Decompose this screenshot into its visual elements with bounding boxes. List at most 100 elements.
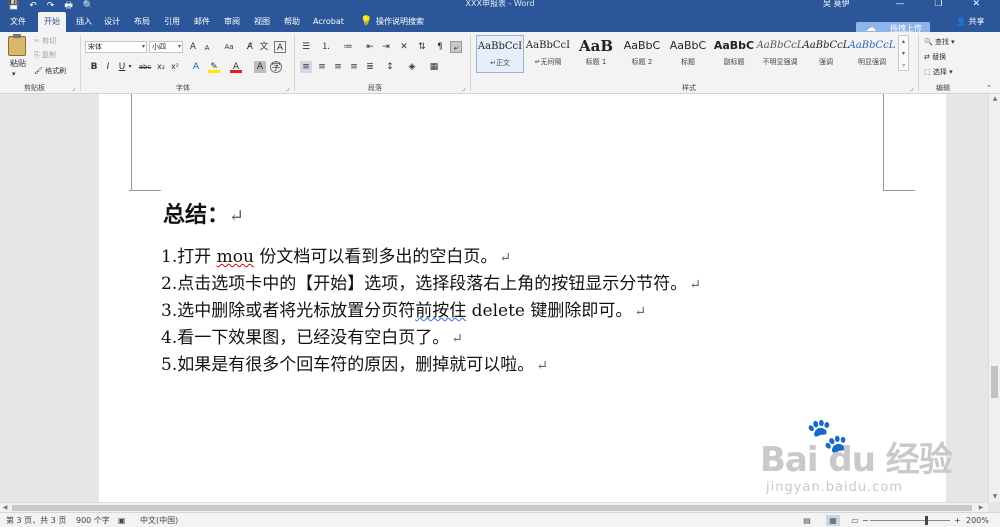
style-subtle-emphasis[interactable]: AaBbCcL 不明显强调: [756, 35, 804, 73]
increase-indent-icon[interactable]: ⇥: [380, 41, 392, 53]
styles-scroll[interactable]: ▴ ▾ ▿: [898, 35, 909, 71]
tab-view[interactable]: 视图: [254, 12, 270, 32]
style-title[interactable]: AaBbC 标题: [664, 35, 712, 73]
chevron-up-icon[interactable]: ▴: [899, 36, 908, 48]
paste-dropdown-icon[interactable]: ▾: [12, 69, 16, 79]
restore-icon[interactable]: ❐: [934, 0, 942, 9]
word-count[interactable]: 900 个字: [76, 513, 110, 527]
borders-icon[interactable]: ▦: [428, 61, 440, 73]
show-section-break-icon[interactable]: ⤶: [450, 41, 462, 53]
change-case-icon[interactable]: Aa: [220, 41, 238, 53]
font-launcher-icon[interactable]: ⌟: [286, 84, 289, 92]
bold-icon[interactable]: B: [88, 61, 100, 73]
multilevel-list-icon[interactable]: ≔: [342, 41, 354, 53]
tab-file[interactable]: 文件: [10, 12, 26, 32]
tab-layout[interactable]: 布局: [134, 12, 150, 32]
collapse-ribbon-icon[interactable]: ⌃: [986, 83, 992, 93]
italic-icon[interactable]: I: [102, 61, 114, 73]
page-count[interactable]: 第 3 页，共 3 页: [6, 513, 66, 527]
paste-button[interactable]: 粘贴: [10, 59, 26, 69]
zoom-out-button[interactable]: −: [862, 513, 869, 527]
superscript-icon[interactable]: x²: [169, 61, 181, 73]
shading-icon[interactable]: ◈: [406, 61, 418, 73]
shrink-font-icon[interactable]: A: [201, 42, 213, 54]
scroll-down-icon[interactable]: ▼: [989, 492, 1000, 502]
copy-button[interactable]: ⎘ 复制: [34, 50, 56, 60]
select-button[interactable]: ⬚ 选择 ▾: [924, 67, 953, 77]
web-layout-icon[interactable]: ▭: [848, 515, 862, 526]
enclose-characters-icon[interactable]: 字: [270, 61, 282, 73]
tab-home[interactable]: 开始: [38, 12, 66, 32]
chevron-down-icon[interactable]: ▾: [899, 48, 908, 60]
subscript-icon[interactable]: x₂: [155, 61, 167, 73]
cut-button[interactable]: ✂ 剪切: [34, 36, 56, 46]
phonetic-guide-icon[interactable]: 文: [258, 41, 270, 53]
clipboard-launcher-icon[interactable]: ⌟: [72, 84, 75, 92]
styles-launcher-icon[interactable]: ⌟: [910, 84, 913, 92]
align-right-icon[interactable]: ≡: [332, 61, 344, 73]
character-shading-icon[interactable]: A: [254, 61, 266, 73]
style-emphasis[interactable]: AaBbCcL 强调: [802, 35, 850, 73]
grow-font-icon[interactable]: A: [187, 41, 199, 53]
style-intense-emphasis[interactable]: AaBbCcL 明显强调: [848, 35, 896, 73]
scroll-up-icon[interactable]: ▲: [989, 94, 1000, 104]
sort-icon[interactable]: ⇅: [416, 41, 428, 53]
paragraph-mark-icon[interactable]: ¶: [434, 41, 446, 53]
tab-review[interactable]: 审阅: [224, 12, 240, 32]
close-icon[interactable]: ✕: [972, 0, 980, 9]
user-name[interactable]: 吴 莫伊: [823, 0, 850, 8]
paragraph-launcher-icon[interactable]: ⌟: [462, 84, 465, 92]
tab-design[interactable]: 设计: [104, 12, 120, 32]
scrollbar-thumb[interactable]: [991, 366, 998, 398]
share-button[interactable]: 👤 共享: [956, 12, 985, 32]
proofing-icon[interactable]: ▣: [118, 513, 126, 527]
clear-formatting-icon[interactable]: A̸: [244, 41, 256, 53]
bullets-icon[interactable]: ☰: [300, 41, 312, 53]
zoom-level[interactable]: 200%: [966, 513, 989, 527]
highlight-icon[interactable]: ✎: [208, 61, 220, 73]
return-mark: ↵: [451, 331, 463, 347]
font-color-icon[interactable]: A: [230, 61, 242, 73]
strikethrough-icon[interactable]: abc: [138, 61, 152, 73]
font-size-box[interactable]: 小四 ▾: [149, 41, 183, 53]
justify-icon[interactable]: ≡: [348, 61, 360, 73]
numbering-icon[interactable]: ⒈: [320, 41, 332, 53]
scrollbar-thumb[interactable]: [12, 505, 972, 511]
minimize-icon[interactable]: —: [895, 0, 904, 9]
language[interactable]: 中文(中国): [140, 513, 178, 527]
tab-references[interactable]: 引用: [164, 12, 180, 32]
find-button[interactable]: 🔍 查找 ▾: [924, 37, 955, 47]
style-normal[interactable]: AaBbCcI ↵正文: [476, 35, 524, 73]
read-mode-icon[interactable]: ▤: [800, 515, 814, 526]
tell-me-search[interactable]: 操作说明搜索: [376, 12, 424, 32]
tab-insert[interactable]: 插入: [76, 12, 92, 32]
print-layout-icon[interactable]: ▦: [826, 515, 840, 526]
style-subtitle[interactable]: AaBbC 副标题: [710, 35, 758, 73]
font-name-value: 宋体: [88, 43, 102, 51]
character-border-icon[interactable]: A: [274, 41, 286, 53]
zoom-slider[interactable]: [870, 520, 950, 521]
text-effects-icon[interactable]: A: [190, 61, 202, 73]
font-name-box[interactable]: 宋体 ▾: [85, 41, 147, 53]
zoom-slider-thumb[interactable]: [925, 516, 928, 525]
style-name: 标题 1: [585, 58, 607, 66]
style-no-spacing[interactable]: AaBbCcI ↵无间隔: [524, 35, 572, 73]
chinese-layout-icon[interactable]: ✕: [398, 41, 410, 53]
replace-button[interactable]: ⇄ 替换: [924, 52, 946, 62]
tab-acrobat[interactable]: Acrobat: [313, 12, 344, 32]
vertical-scrollbar[interactable]: ▲ ▼: [988, 94, 1000, 502]
align-center-icon[interactable]: ≡: [316, 61, 328, 73]
align-left-icon[interactable]: ≡: [300, 61, 312, 73]
distribute-icon[interactable]: ≣: [364, 61, 376, 73]
zoom-in-button[interactable]: +: [954, 513, 961, 527]
line-spacing-icon[interactable]: ↕: [384, 61, 396, 73]
more-styles-icon[interactable]: ▿: [899, 60, 908, 72]
paste-icon[interactable]: [8, 34, 26, 56]
decrease-indent-icon[interactable]: ⇤: [364, 41, 376, 53]
style-heading-1[interactable]: AaB 标题 1: [572, 35, 620, 73]
chevron-down-icon[interactable]: ▾: [124, 61, 136, 73]
format-painter-button[interactable]: 🖌 格式刷: [34, 66, 66, 76]
style-heading-2[interactable]: AaBbC 标题 2: [618, 35, 666, 73]
tab-mailings[interactable]: 邮件: [194, 12, 210, 32]
tab-help[interactable]: 帮助: [284, 12, 300, 32]
